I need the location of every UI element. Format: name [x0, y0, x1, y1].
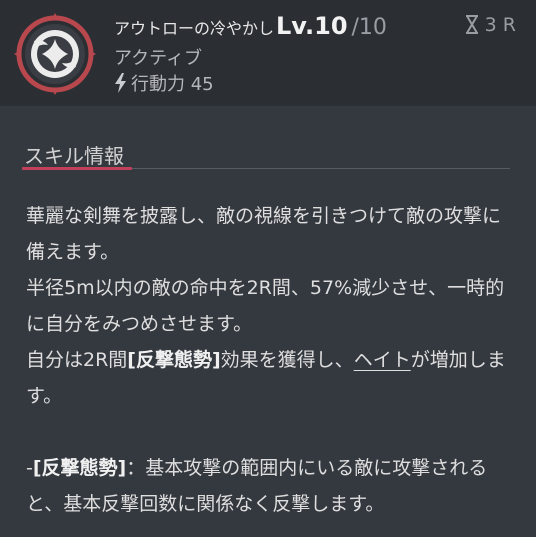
- desc-line-4: -[反撃態勢]：基本攻撃の範囲内にいる敵に攻撃されると、基本反撃回数に関係なく反…: [26, 450, 516, 522]
- keyword-counter-stance-def[interactable]: [反撃態勢]: [33, 457, 126, 479]
- hourglass-icon: [465, 15, 478, 34]
- skill-level-max: /10: [351, 15, 387, 40]
- outlaw-emblem-icon: [12, 11, 98, 97]
- skill-title-row: アウトローの冷やかしLv.10/10: [114, 12, 387, 42]
- lightning-icon: [115, 73, 126, 93]
- cooldown: 3 R: [465, 14, 516, 36]
- desc-text: 自分は2R間: [26, 349, 128, 371]
- desc-line-3: 自分は2R間[反撃態勢]効果を獲得し、ヘイトが増加します。: [26, 342, 516, 414]
- action-point-row: 行動力 45: [114, 70, 214, 96]
- skill-name: アウトローの冷やかし: [114, 19, 275, 38]
- cooldown-value: 3 R: [484, 14, 516, 36]
- desc-gap: [26, 414, 516, 450]
- section-accent-bar: [22, 167, 132, 170]
- skill-header: アウトローの冷やかしLv.10/10 アクティブ 行動力 45 3 R: [0, 0, 536, 106]
- desc-line-1: 華麗な剣舞を披露し、敵の視線を引きつけて敵の攻撃に備えます。: [26, 205, 502, 263]
- skill-level: Lv.10: [276, 12, 348, 40]
- section-title: スキル情報: [24, 144, 124, 168]
- hate-link[interactable]: ヘイト: [354, 349, 411, 371]
- desc-text: 効果を獲得し、: [220, 349, 354, 371]
- desc-line-2: 半径5m以内の敵の命中を2R間、57%減少させ、一時的に自分をみつめさせます。: [26, 277, 505, 335]
- keyword-counter-stance[interactable]: [反撃態勢]: [127, 349, 220, 371]
- desc-text: -: [26, 457, 33, 479]
- skill-type: アクティブ: [114, 48, 203, 69]
- skill-description: 華麗な剣舞を披露し、敵の視線を引きつけて敵の攻撃に備えます。 半径5m以内の敵の…: [26, 198, 516, 522]
- action-point-value: 行動力 45: [131, 74, 214, 95]
